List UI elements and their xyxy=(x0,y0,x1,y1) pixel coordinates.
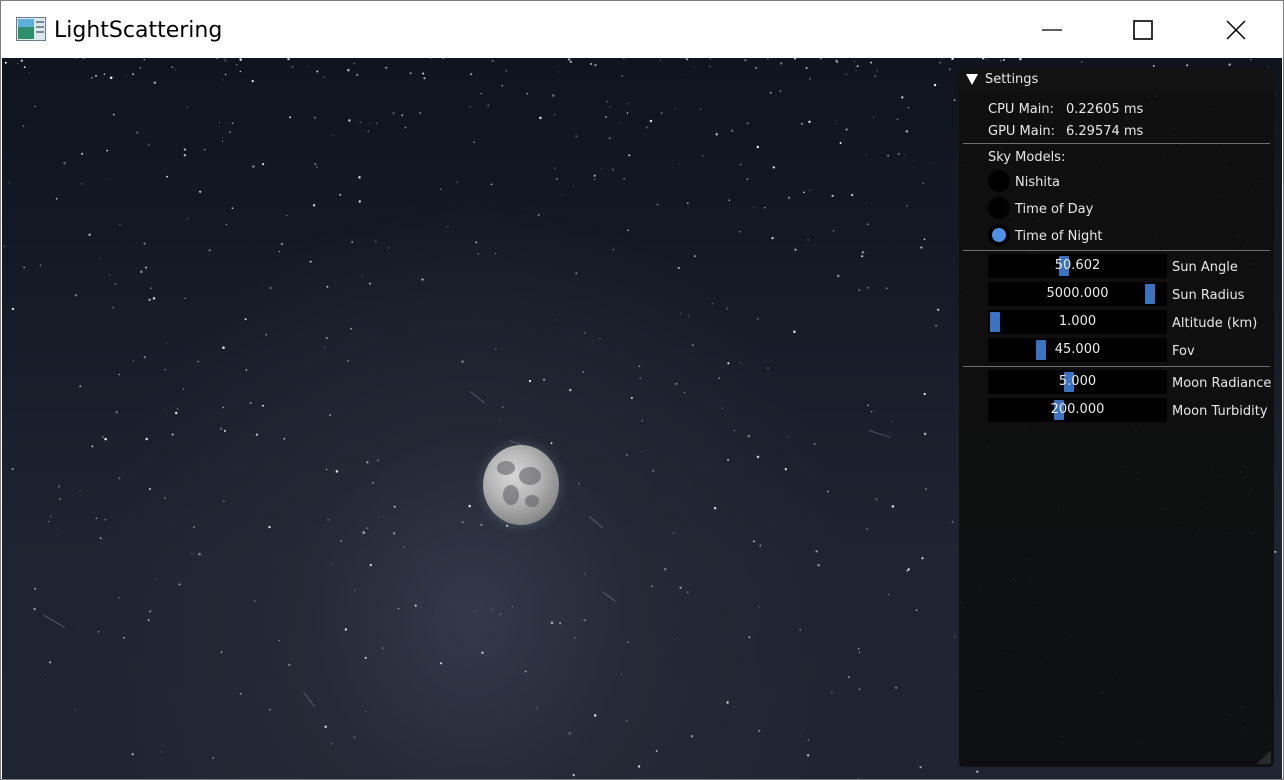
close-button[interactable] xyxy=(1189,1,1283,58)
settings-header[interactable]: Settings xyxy=(959,68,1274,92)
sun-radius-slider[interactable]: 5000.000 xyxy=(988,282,1167,306)
radio-time-of-day[interactable] xyxy=(988,197,1010,219)
fov-slider[interactable]: 45.000 xyxy=(988,338,1167,362)
radio-time-of-night[interactable] xyxy=(988,224,1010,246)
gpu-main-value: 6.29574 ms xyxy=(1066,124,1144,139)
cpu-main-value: 0.22605 ms xyxy=(1066,102,1144,117)
app-window: LightScattering Settings CPU Main: 0.226… xyxy=(0,0,1284,780)
maximize-button[interactable] xyxy=(1096,1,1190,58)
triangle-down-icon[interactable] xyxy=(966,74,978,85)
moon xyxy=(483,445,559,525)
separator xyxy=(963,366,1270,367)
moon-turbidity-slider[interactable]: 200.000 xyxy=(988,398,1167,422)
fov-label: Fov xyxy=(1172,344,1195,359)
sun-angle-label: Sun Angle xyxy=(1172,260,1238,275)
moon-turbidity-label: Moon Turbidity xyxy=(1172,404,1268,419)
close-icon xyxy=(1226,19,1246,40)
cpu-main-label: CPU Main: xyxy=(988,102,1054,117)
minimize-button[interactable] xyxy=(1005,1,1099,58)
sky-models-title: Sky Models: xyxy=(988,150,1066,165)
fov-value: 45.000 xyxy=(1054,342,1101,357)
altitude-label: Altitude (km) xyxy=(1172,316,1258,331)
altitude-slider[interactable]: 1.000 xyxy=(988,310,1167,334)
radio-label-time-of-day[interactable]: Time of Day xyxy=(1015,202,1093,217)
app-icon xyxy=(16,17,46,41)
separator xyxy=(963,143,1270,144)
radio-label-nishita[interactable]: Nishita xyxy=(1015,175,1060,190)
altitude-value: 1.000 xyxy=(1058,314,1097,329)
gpu-main-label: GPU Main: xyxy=(988,124,1055,139)
moon-radiance-value: 5.000 xyxy=(1058,374,1097,389)
moon-radiance-label: Moon Radiance xyxy=(1172,376,1272,391)
sun-angle-value: 50.602 xyxy=(1054,258,1101,273)
moon-radiance-slider[interactable]: 5.000 xyxy=(988,370,1167,394)
resize-grip[interactable] xyxy=(1257,750,1271,764)
maximize-icon xyxy=(1133,19,1153,40)
minimize-icon xyxy=(1042,28,1062,31)
radio-label-time-of-night[interactable]: Time of Night xyxy=(1015,229,1103,244)
sun-radius-label: Sun Radius xyxy=(1172,288,1245,303)
settings-title: Settings xyxy=(985,72,1039,87)
sun-radius-value: 5000.000 xyxy=(1046,286,1109,301)
title-bar[interactable]: LightScattering xyxy=(1,1,1283,58)
moon-turbidity-value: 200.000 xyxy=(1050,402,1105,417)
radio-nishita[interactable] xyxy=(988,170,1010,192)
window-title: LightScattering xyxy=(54,18,223,43)
settings-panel: Settings CPU Main: 0.22605 ms GPU Main: … xyxy=(959,68,1274,767)
sun-angle-slider[interactable]: 50.602 xyxy=(988,254,1167,278)
render-viewport[interactable]: Settings CPU Main: 0.22605 ms GPU Main: … xyxy=(2,58,1282,779)
separator xyxy=(963,250,1270,251)
